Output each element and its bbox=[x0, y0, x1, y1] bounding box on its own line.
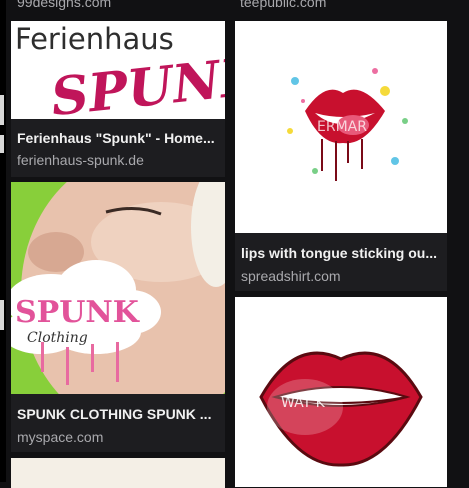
result-card[interactable]: SPUNK Clothing SPUNK CLOTHING SPUNK ... … bbox=[11, 182, 225, 452]
result-domain[interactable]: spreadshirt.com bbox=[241, 268, 441, 284]
logo-text-ferienhaus: Ferienhaus bbox=[15, 22, 174, 56]
spunk-clothing-image: SPUNK Clothing bbox=[11, 182, 225, 394]
result-card[interactable]: ERMAR lips with tongue sticking ou... sp… bbox=[235, 21, 447, 291]
watermark-text: WAT K bbox=[281, 395, 326, 411]
offscreen-thumb-fragment bbox=[0, 95, 4, 125]
result-title[interactable]: SPUNK CLOTHING SPUNK ... bbox=[17, 406, 219, 422]
result-domain[interactable]: ferienhaus-spunk.de bbox=[17, 152, 219, 168]
result-card-partial[interactable] bbox=[11, 458, 225, 488]
result-card[interactable]: Ferienhaus SPUNK Ferienhaus "Spunk" - Ho… bbox=[11, 21, 225, 177]
result-thumbnail[interactable]: ERMAR bbox=[235, 21, 447, 233]
right-gutter bbox=[447, 0, 469, 482]
result-title[interactable]: Ferienhaus "Spunk" - Home... bbox=[17, 130, 219, 146]
result-domain[interactable]: myspace.com bbox=[17, 429, 219, 445]
left-edge bbox=[0, 0, 6, 482]
result-card[interactable]: WAT K bbox=[235, 297, 447, 487]
result-thumbnail[interactable]: WAT K bbox=[235, 297, 447, 487]
result-thumbnail[interactable]: Ferienhaus SPUNK bbox=[11, 21, 225, 119]
offscreen-thumb-fragment bbox=[0, 135, 4, 153]
result-thumbnail[interactable]: SPUNK Clothing bbox=[11, 182, 225, 394]
partial-domain-left[interactable]: 99designs.com bbox=[17, 0, 111, 10]
ferienhaus-logo-image: Ferienhaus SPUNK bbox=[15, 22, 225, 119]
cloud-text-clothing: Clothing bbox=[27, 330, 88, 346]
result-title[interactable]: lips with tongue sticking ou... bbox=[241, 245, 441, 261]
cloud-text-spunk: SPUNK bbox=[15, 295, 140, 330]
logo-text-spunk: SPUNK bbox=[48, 45, 225, 119]
offscreen-thumb-fragment bbox=[0, 300, 4, 330]
lips-tongue-image: ERMAR bbox=[287, 68, 408, 181]
red-lips-image: WAT K bbox=[259, 351, 423, 467]
partial-domain-right[interactable]: teepublic.com bbox=[240, 0, 326, 10]
watermark-text: ERMAR bbox=[317, 119, 367, 135]
